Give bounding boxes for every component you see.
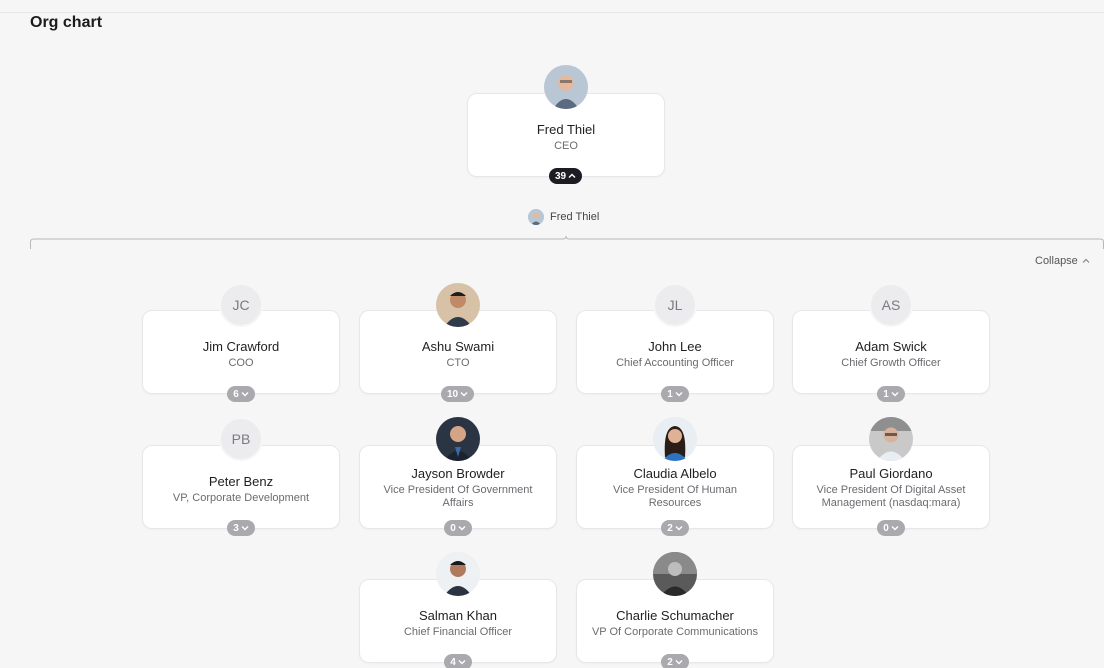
card-name: Jayson Browder [411, 466, 505, 481]
avatar-ashu-swami[interactable] [436, 283, 480, 327]
card-name: Jim Crawford [202, 339, 280, 354]
reports-count: 4 [450, 656, 456, 668]
card-role: Vice President Of Digital Asset Manageme… [816, 484, 966, 509]
chevron-down-icon [458, 526, 466, 531]
reports-count-toggle-peter-benz[interactable]: 3 [227, 520, 255, 536]
card-role: Vice President Of Government Affairs [383, 484, 533, 509]
card-name: Salman Khan [418, 608, 498, 623]
avatar-john-lee[interactable]: JL [653, 283, 697, 327]
group-connector [30, 236, 1104, 249]
mini-avatar-fred-thiel [528, 209, 544, 225]
reports-count-toggle-fred-thiel[interactable]: 39 [549, 168, 583, 184]
card-role: VP, Corporate Development [172, 492, 310, 504]
reports-count-toggle-claudia-albelo[interactable]: 2 [661, 520, 689, 536]
chevron-down-icon [891, 392, 899, 397]
card-role: Chief Accounting Officer [616, 357, 734, 369]
card-role: CEO [554, 140, 578, 152]
avatar-paul-giordano[interactable] [869, 417, 913, 461]
collapse-button[interactable]: Collapse [1035, 255, 1090, 267]
reports-count-toggle-jim-crawford[interactable]: 6 [227, 386, 255, 402]
reports-count: 3 [233, 522, 239, 534]
reports-count-toggle-ashu-swami[interactable]: 10 [441, 386, 475, 402]
reports-count-toggle-john-lee[interactable]: 1 [661, 386, 689, 402]
reports-count-toggle-charlie-schumacher[interactable]: 2 [661, 654, 689, 668]
card-name: Peter Benz [208, 474, 274, 489]
card-role: Chief Financial Officer [403, 626, 512, 638]
reports-count: 10 [447, 388, 459, 400]
expanded-manager-label: Fred Thiel [528, 209, 599, 225]
reports-count-toggle-jayson-browder[interactable]: 0 [444, 520, 472, 536]
org-chart-view: Org chart Fred Thiel CEO 39 Fred Thiel C… [0, 0, 1104, 668]
card-name: Adam Swick [855, 339, 927, 354]
reports-count: 0 [883, 522, 889, 534]
reports-count: 39 [555, 170, 567, 182]
collapse-label: Collapse [1035, 255, 1078, 267]
chevron-up-icon [568, 173, 576, 178]
card-name: Claudia Albelo [633, 466, 717, 481]
card-name: Ashu Swami [421, 339, 495, 354]
expanded-manager-name: Fred Thiel [550, 211, 600, 223]
top-divider [0, 12, 1104, 13]
avatar-fred-thiel[interactable] [544, 65, 588, 109]
avatar-jayson-browder[interactable] [436, 417, 480, 461]
chevron-down-icon [675, 660, 683, 665]
avatar-peter-benz[interactable]: PB [219, 417, 263, 461]
card-name: John Lee [648, 339, 702, 354]
reports-count: 2 [667, 656, 673, 668]
avatar-claudia-albelo[interactable] [653, 417, 697, 461]
chevron-down-icon [891, 526, 899, 531]
chevron-down-icon [675, 392, 683, 397]
card-role: CTO [446, 357, 470, 369]
avatar-salman-khan[interactable] [436, 552, 480, 596]
reports-count-toggle-adam-swick[interactable]: 1 [877, 386, 905, 402]
avatar-adam-swick[interactable]: AS [869, 283, 913, 327]
avatar-charlie-schumacher[interactable] [653, 552, 697, 596]
avatar-jim-crawford[interactable]: JC [219, 283, 263, 327]
reports-count: 1 [667, 388, 673, 400]
card-name: Fred Thiel [536, 122, 596, 137]
card-role: Vice President Of Human Resources [613, 484, 737, 509]
chevron-down-icon [241, 392, 249, 397]
page-title: Org chart [30, 14, 103, 31]
card-role: COO [228, 357, 254, 369]
chevron-down-icon [675, 526, 683, 531]
reports-count: 0 [450, 522, 456, 534]
reports-count-toggle-salman-khan[interactable]: 4 [444, 654, 472, 668]
chevron-down-icon [458, 660, 466, 665]
card-name: Charlie Schumacher [616, 608, 734, 623]
card-role: Chief Growth Officer [841, 357, 941, 369]
reports-count: 6 [233, 388, 239, 400]
chevron-up-icon [1082, 258, 1090, 263]
card-name: Paul Giordano [849, 466, 933, 481]
chevron-down-icon [241, 526, 249, 531]
chevron-down-icon [460, 392, 468, 397]
reports-count-toggle-paul-giordano[interactable]: 0 [877, 520, 905, 536]
card-role: VP Of Corporate Communications [591, 626, 759, 638]
reports-count: 1 [883, 388, 889, 400]
reports-count: 2 [667, 522, 673, 534]
